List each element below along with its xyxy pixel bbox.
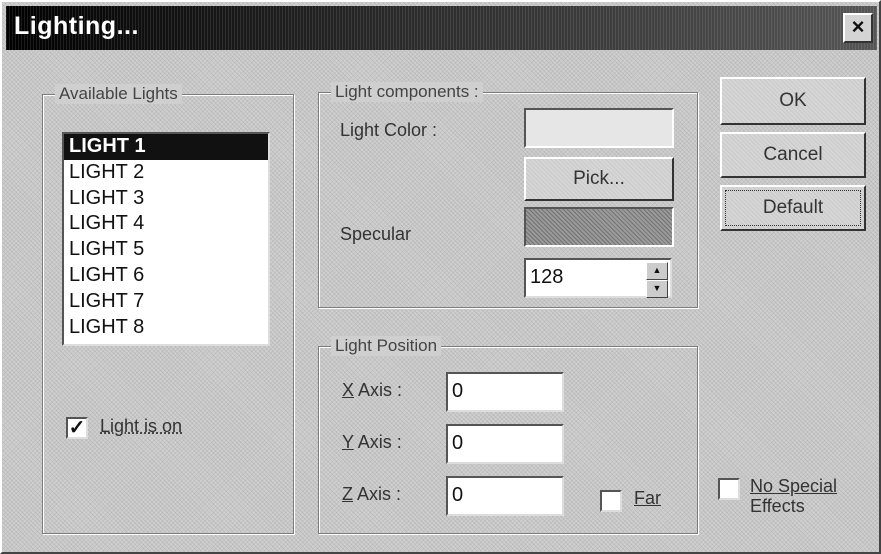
specular-value-field[interactable]: 128 ▲ ▼ — [524, 258, 672, 298]
spin-down-icon[interactable]: ▼ — [646, 280, 668, 298]
pick-button-label: Pick... — [573, 168, 625, 189]
spin-up-icon[interactable]: ▲ — [646, 262, 668, 280]
light-components-legend: Light components : — [331, 82, 483, 102]
list-item[interactable]: LIGHT 5 — [64, 237, 268, 263]
z-axis-label: Z Axis : — [342, 484, 402, 504]
specular-label: Specular — [340, 224, 412, 244]
lighting-dialog: Lighting... × Available Lights LIGHT 1 L… — [0, 0, 881, 554]
ok-button-label: OK — [779, 90, 807, 111]
ok-button[interactable]: OK — [720, 77, 866, 125]
specular-value: 128 — [530, 266, 564, 288]
close-icon: × — [851, 14, 865, 39]
lights-listbox[interactable]: LIGHT 1 LIGHT 2 LIGHT 3 LIGHT 4 LIGHT 5 … — [62, 132, 270, 346]
specular-spinner[interactable]: ▲ ▼ — [646, 262, 668, 298]
light-on-label[interactable]: Light is on — [100, 416, 182, 437]
list-item[interactable]: LIGHT 2 — [64, 160, 268, 186]
list-item[interactable]: LIGHT 4 — [64, 211, 268, 237]
cancel-button-label: Cancel — [763, 144, 823, 165]
list-item[interactable]: LIGHT 7 — [64, 289, 268, 315]
y-axis-label: Y Axis : — [342, 432, 402, 452]
x-axis-input[interactable]: 0 — [446, 372, 564, 412]
title-bar[interactable]: Lighting... × — [6, 6, 877, 50]
light-position-legend: Light Position — [331, 336, 442, 356]
list-item[interactable]: LIGHT 3 — [64, 186, 268, 212]
available-lights-legend: Available Lights — [55, 84, 182, 104]
y-axis-value: 0 — [452, 432, 464, 454]
window-title: Lighting... — [14, 12, 139, 40]
pick-button[interactable]: Pick... — [524, 157, 674, 201]
light-color-label: Light Color : — [340, 120, 438, 140]
list-item[interactable]: LIGHT 1 — [64, 134, 268, 160]
x-axis-value: 0 — [452, 380, 464, 402]
far-label[interactable]: Far — [634, 488, 661, 509]
y-axis-input[interactable]: 0 — [446, 424, 564, 464]
list-item[interactable]: LIGHT 8 — [64, 315, 268, 341]
default-button[interactable]: Default — [720, 185, 866, 231]
far-checkbox[interactable] — [600, 490, 622, 512]
no-special-effects-label[interactable]: No Special Effects — [750, 476, 837, 516]
cancel-button[interactable]: Cancel — [720, 132, 866, 178]
no-special-effects-checkbox[interactable] — [718, 478, 740, 500]
list-item[interactable]: LIGHT 6 — [64, 263, 268, 289]
z-axis-value: 0 — [452, 484, 464, 506]
light-on-checkbox[interactable] — [66, 417, 88, 439]
close-button[interactable]: × — [843, 13, 873, 43]
z-axis-input[interactable]: 0 — [446, 476, 564, 516]
focus-rect — [725, 190, 861, 226]
x-axis-label: X Axis : — [342, 380, 403, 400]
specular-swatch[interactable] — [524, 207, 674, 247]
light-color-swatch[interactable] — [524, 108, 674, 148]
